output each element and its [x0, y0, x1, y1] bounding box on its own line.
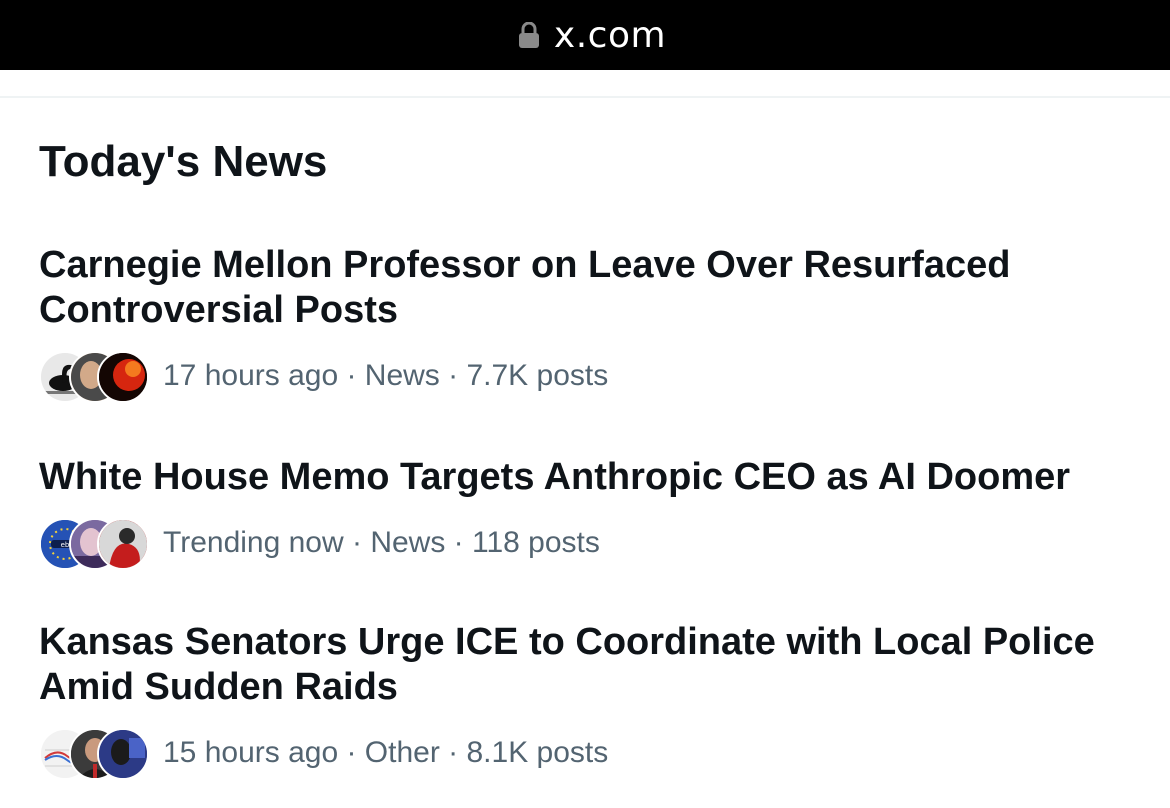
- news-meta-row: 15 hours ago · Other · 8.1K posts: [39, 726, 1129, 780]
- news-headline[interactable]: White House Memo Targets Anthropic CEO a…: [39, 455, 1129, 500]
- url-text: x.com: [553, 14, 667, 56]
- header-divider: [0, 96, 1170, 98]
- lock-icon: [518, 22, 539, 48]
- page-title: Today's News: [39, 137, 328, 186]
- person-icon: [99, 520, 147, 568]
- avatar-person-red: [97, 518, 149, 570]
- flame-icon: [99, 353, 147, 401]
- news-meta: Trending now · News · 118 posts: [163, 526, 600, 559]
- news-item[interactable]: Carnegie Mellon Professor on Leave Over …: [39, 243, 1129, 403]
- news-headline[interactable]: Carnegie Mellon Professor on Leave Over …: [39, 243, 1129, 333]
- news-meta: 17 hours ago · News · 7.7K posts: [163, 359, 609, 392]
- news-item[interactable]: White House Memo Targets Anthropic CEO a…: [39, 455, 1129, 570]
- avatar-group: [39, 727, 149, 780]
- avatar-person-blue: [97, 728, 149, 780]
- avatar-group: eb: [39, 517, 149, 570]
- news-meta-row: eb Trending now · News · 118 posts: [39, 516, 1129, 570]
- news-meta-row: 17 hours ago · News · 7.7K posts: [39, 349, 1129, 403]
- avatar-group: [39, 350, 149, 403]
- person-icon: [99, 730, 147, 778]
- browser-url-bar[interactable]: x.com: [0, 0, 1170, 70]
- url-display[interactable]: x.com: [518, 15, 666, 56]
- avatar-red-flame: [97, 351, 149, 403]
- news-meta: 15 hours ago · Other · 8.1K posts: [163, 736, 609, 769]
- news-item[interactable]: Kansas Senators Urge ICE to Coordinate w…: [39, 620, 1129, 780]
- news-headline[interactable]: Kansas Senators Urge ICE to Coordinate w…: [39, 620, 1129, 710]
